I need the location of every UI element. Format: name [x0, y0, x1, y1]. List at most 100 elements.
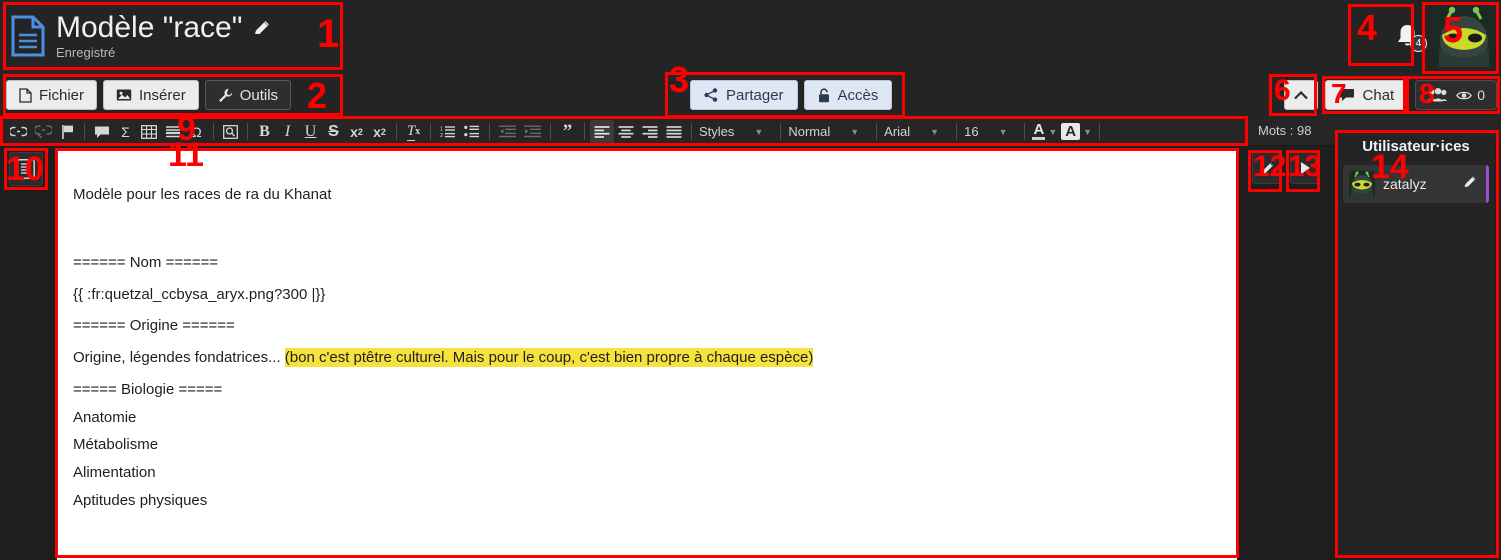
- unlink-icon[interactable]: [31, 120, 56, 144]
- users-sidebar: Utilisateur·ices zatalyz: [1337, 130, 1495, 558]
- document-paragraph: Modèle pour les races de ra du Khanat: [73, 186, 332, 203]
- align-right-icon[interactable]: [638, 120, 662, 144]
- users-count-pill[interactable]: 0: [1415, 80, 1497, 110]
- share-button[interactable]: Partager: [690, 80, 798, 110]
- superscript-icon[interactable]: x2: [368, 120, 391, 144]
- share-button-group: Partager Accès: [690, 80, 893, 110]
- clear-formatting-icon[interactable]: Tx: [402, 120, 425, 144]
- comment-icon[interactable]: [90, 120, 114, 144]
- chevron-down-icon: ▼: [1048, 126, 1058, 137]
- list-item[interactable]: zatalyz: [1343, 165, 1489, 203]
- flag-icon[interactable]: [56, 120, 79, 144]
- link-icon[interactable]: [6, 120, 31, 144]
- users-group-icon: [1427, 88, 1448, 102]
- indent-icon[interactable]: [520, 120, 545, 144]
- menu-bar: Fichier Insérer Outils Partager Accès Ch…: [0, 72, 1501, 118]
- table-icon[interactable]: [137, 120, 161, 144]
- align-justify-icon[interactable]: [662, 120, 686, 144]
- toolbar-separator: [430, 123, 431, 140]
- notification-count-badge: 4: [1410, 35, 1427, 52]
- font-size-dropdown[interactable]: 16 ▼: [962, 120, 1019, 144]
- menu-item-label: Insérer: [139, 86, 186, 104]
- document-line-anatomie: Anatomie: [73, 408, 137, 426]
- toolbar-separator: [396, 123, 397, 140]
- share-button-label: Partager: [726, 86, 784, 104]
- page-title: Modèle "race": [56, 10, 243, 44]
- toolbar-separator: [956, 123, 958, 140]
- styles-dropdown[interactable]: Styles ▼: [697, 120, 775, 144]
- menu-item-inserer[interactable]: Insérer: [103, 80, 199, 110]
- highlighted-comment: (bon c'est ptêtre culturel. Mais pour le…: [284, 348, 814, 367]
- print-preview-icon[interactable]: [219, 120, 242, 144]
- user-avatar: [1433, 5, 1495, 67]
- origin-plain-text: Origine, légendes fondatrices...: [73, 349, 285, 366]
- italic-icon[interactable]: I: [276, 120, 299, 144]
- eye-icon: [1456, 91, 1473, 99]
- play-icon[interactable]: [1290, 152, 1320, 184]
- chevron-down-icon: ▼: [850, 126, 860, 137]
- subscript-icon[interactable]: x2: [345, 120, 368, 144]
- document-line-aptitudes: Aptitudes physiques: [73, 491, 208, 509]
- chevron-down-icon: ▼: [998, 126, 1008, 137]
- toolbar-separator: [1024, 123, 1026, 140]
- wrench-icon: [218, 88, 232, 102]
- bold-icon[interactable]: B: [253, 120, 276, 144]
- collapse-toolbar-button[interactable]: [1283, 80, 1318, 110]
- strikethrough-icon[interactable]: S: [322, 120, 345, 144]
- highlight-color-icon[interactable]: A ▼: [1059, 120, 1094, 144]
- highlight-color-glyph: A: [1061, 123, 1081, 140]
- avatar[interactable]: [1433, 5, 1495, 67]
- image-icon: [116, 89, 132, 101]
- document-line-alimentation: Alimentation: [73, 464, 156, 481]
- access-button[interactable]: Accès: [803, 80, 893, 110]
- font-family-dropdown[interactable]: Arial ▼: [882, 120, 951, 144]
- underline-icon[interactable]: U: [299, 120, 322, 144]
- toolbar-separator: [780, 123, 782, 140]
- pencil-icon[interactable]: [1463, 174, 1478, 194]
- text-color-icon[interactable]: A ▼: [1030, 120, 1059, 144]
- align-left-icon[interactable]: [590, 119, 614, 144]
- chat-button[interactable]: Chat: [1324, 80, 1409, 110]
- menu-item-label: Fichier: [39, 86, 85, 104]
- font-size-value: 16: [964, 124, 979, 139]
- format-toolbar: Σ Ω B I U S x2 x2 Tx 12 ” Styles ▼ Norma…: [0, 118, 1501, 146]
- left-rail: [0, 146, 52, 560]
- paragraph-style-dropdown[interactable]: Normal ▼: [786, 120, 871, 144]
- document-outline-icon[interactable]: [9, 152, 43, 186]
- svg-text:1: 1: [440, 127, 443, 133]
- notifications-button[interactable]: 4: [1381, 12, 1433, 60]
- menu-bar-right: Chat 0: [1283, 80, 1497, 110]
- viewer-count: 0: [1477, 87, 1485, 103]
- title-block: Modèle "race" Enregistré: [56, 12, 272, 60]
- document-canvas[interactable]: Modèle pour les races de ra du Khanat ==…: [57, 150, 1237, 560]
- sigma-icon[interactable]: Σ: [114, 120, 137, 144]
- title-row: Modèle "race": [56, 12, 272, 44]
- bullet-list-icon[interactable]: [460, 120, 484, 144]
- top-bar: Modèle "race" Enregistré 4: [0, 0, 1501, 72]
- align-center-icon[interactable]: [614, 120, 638, 144]
- menu-item-outils[interactable]: Outils: [204, 80, 292, 110]
- share-icon: [704, 88, 718, 102]
- users-sidebar-title: Utilisateur·ices: [1362, 138, 1470, 155]
- toolbar-separator: [84, 123, 85, 140]
- numbered-list-icon[interactable]: 12: [436, 120, 460, 144]
- document-blank-line: [73, 218, 1207, 254]
- pencil-tool-icon[interactable]: [1252, 152, 1282, 184]
- omega-icon[interactable]: Ω: [185, 120, 208, 144]
- horizontal-rule-icon[interactable]: [161, 120, 185, 144]
- blockquote-icon[interactable]: ”: [556, 120, 579, 144]
- paragraph-style-value: Normal: [788, 124, 831, 139]
- toolbar-separator: [1099, 123, 1101, 140]
- menu-item-fichier[interactable]: Fichier: [6, 80, 98, 110]
- document-heading-nom: ====== Nom ======: [73, 253, 219, 271]
- styles-dropdown-value: Styles: [699, 124, 735, 139]
- word-count: Mots : 98: [1258, 123, 1312, 138]
- document-type-icon-wrap: [0, 0, 56, 72]
- document-heading-biologie: ===== Biologie =====: [73, 380, 223, 398]
- outdent-icon[interactable]: [495, 120, 520, 144]
- toolbar-separator: [213, 123, 214, 140]
- document-icon: [11, 15, 45, 57]
- viewer-count-group: 0: [1456, 87, 1485, 103]
- pencil-icon[interactable]: [252, 18, 272, 38]
- avatar: [1349, 171, 1375, 197]
